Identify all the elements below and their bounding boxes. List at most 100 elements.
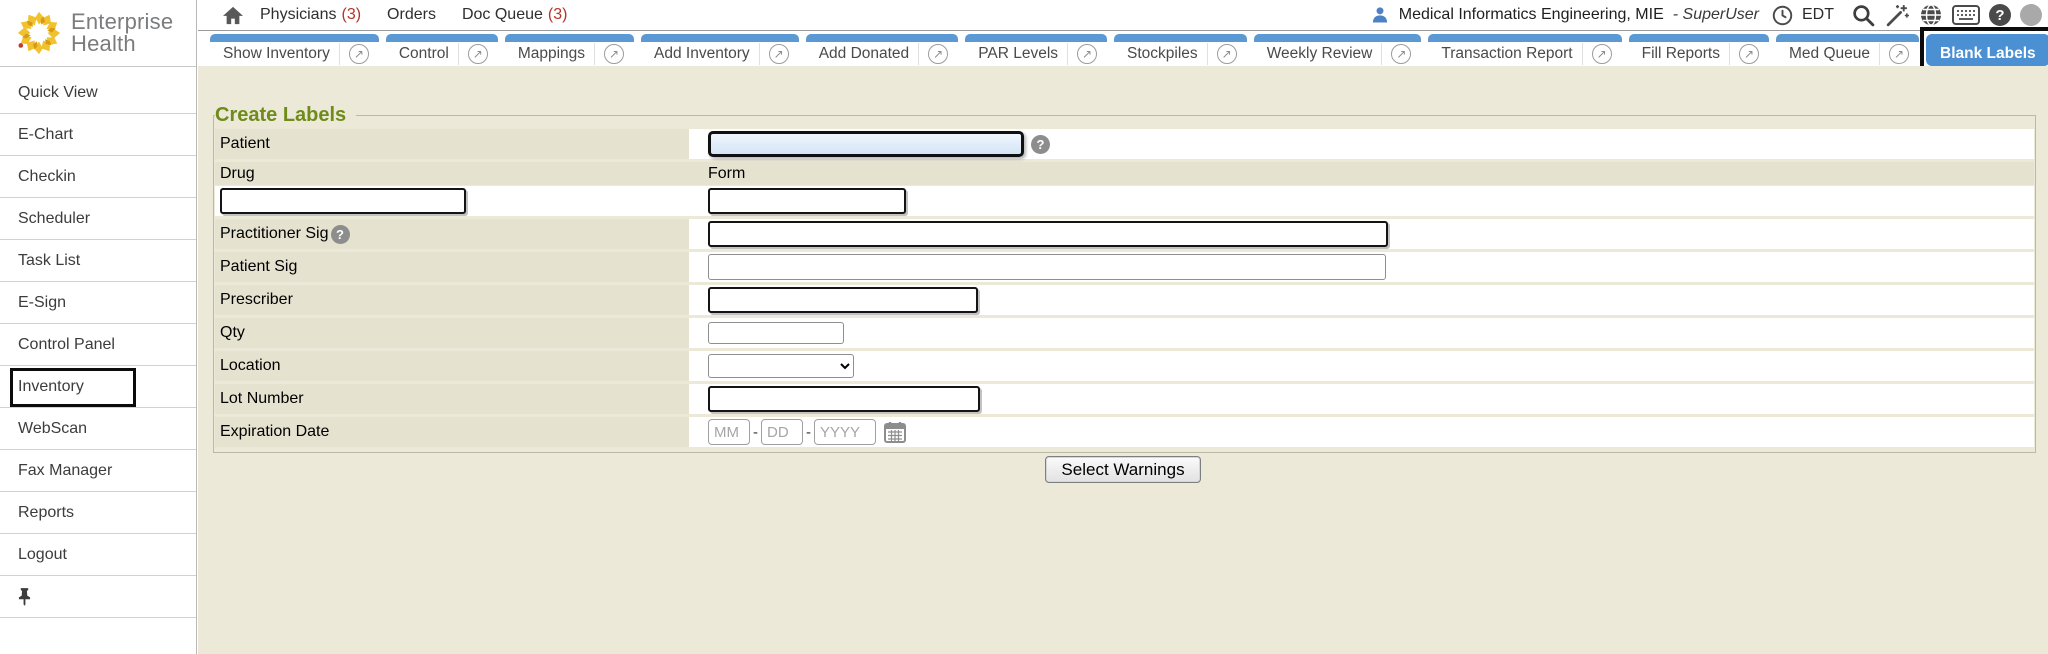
tab-label: PAR Levels [978,45,1058,63]
sidebar-item-label: Scheduler [18,210,90,228]
location-value-cell [689,351,2034,381]
form-row-patient-sig: Patient Sig [215,252,2034,282]
sidebar-item-label: Fax Manager [18,462,112,480]
nav-link-count: (3) [548,6,568,24]
open-new-window-icon[interactable]: ↗ [1739,44,1759,64]
nav-link-orders[interactable]: Orders [387,6,436,24]
tab-weekly-review[interactable]: Weekly Review ↗ [1254,34,1422,66]
tab-divider [1729,43,1730,65]
tab-top-strip [1926,34,2048,42]
sidebar-item-label: Task List [18,252,80,270]
qty-value-cell [689,318,2034,348]
keyboard-icon[interactable] [1952,5,1980,25]
sidebar-item-logout[interactable]: Logout [0,534,196,576]
globe-icon[interactable] [1919,3,1943,27]
search-icon[interactable] [1851,3,1876,28]
lot-number-label: Lot Number [215,384,689,414]
drug-input[interactable] [220,188,466,214]
home-icon[interactable] [222,5,244,25]
tab-body: Add Donated ↗ [806,42,959,66]
sidebar-item-label: Quick View [18,84,98,102]
open-new-window-icon[interactable]: ↗ [1889,44,1909,64]
tab-top-strip [1629,34,1769,42]
open-new-window-icon[interactable]: ↗ [1391,44,1411,64]
practitioner-sig-help-icon[interactable]: ? [331,225,350,244]
tab-fill-reports[interactable]: Fill Reports ↗ [1629,34,1769,66]
prescriber-input[interactable] [708,287,978,313]
open-new-window-icon[interactable]: ↗ [1077,44,1097,64]
expiration-year-input[interactable] [814,419,876,445]
patient-help-icon[interactable]: ? [1031,135,1050,154]
tab-body: Fill Reports ↗ [1629,42,1769,66]
tab-label: Add Donated [819,45,910,63]
wand-icon[interactable] [1885,3,1910,28]
sidebar-item-task-list[interactable]: Task List [0,240,196,282]
open-new-window-icon[interactable]: ↗ [928,44,948,64]
tab-top-strip [210,34,379,42]
patient-input[interactable] [708,131,1024,157]
sidebar-item-reports[interactable]: Reports [0,492,196,534]
form-input[interactable] [708,188,906,214]
sidebar-pin-toggle[interactable] [0,576,196,618]
tab-top-strip [641,34,799,42]
tab-top-strip [806,34,959,42]
open-new-window-icon[interactable]: ↗ [349,44,369,64]
form-row-qty: Qty [215,318,2034,348]
location-select[interactable] [708,354,854,378]
logo-text: Enterprise Health [71,11,173,55]
sidebar-item-control-panel[interactable]: Control Panel [0,324,196,366]
tab-divider [458,43,459,65]
tab-label: Med Queue [1789,45,1870,63]
tab-top-strip [386,34,498,42]
tab-add-inventory[interactable]: Add Inventory ↗ [641,34,799,66]
tab-par-levels[interactable]: PAR Levels ↗ [965,34,1107,66]
avatar[interactable] [2020,4,2042,26]
open-new-window-icon[interactable]: ↗ [1592,44,1612,64]
open-new-window-icon[interactable]: ↗ [604,44,624,64]
pin-icon [18,587,31,606]
nav-link-doc-queue[interactable]: Doc Queue (3) [462,6,568,24]
expiration-day-input[interactable] [761,419,803,445]
org-name[interactable]: Medical Informatics Engineering, MIE [1399,6,1664,24]
sidebar-item-inventory[interactable]: Inventory [0,366,196,408]
sidebar-item-e-chart[interactable]: E-Chart [0,114,196,156]
select-warnings-button[interactable]: Select Warnings [1045,456,1200,483]
sidebar-item-checkin[interactable]: Checkin [0,156,196,198]
open-new-window-icon[interactable]: ↗ [1217,44,1237,64]
tab-add-donated[interactable]: Add Donated ↗ [806,34,959,66]
sidebar-item-label: Control Panel [18,336,115,354]
sidebar-item-webscan[interactable]: WebScan [0,408,196,450]
sidebar-item-e-sign[interactable]: E-Sign [0,282,196,324]
tab-divider [1067,43,1068,65]
open-new-window-icon[interactable]: ↗ [468,44,488,64]
sidebar-item-scheduler[interactable]: Scheduler [0,198,196,240]
help-icon[interactable]: ? [1989,4,2011,26]
sidebar-item-label: Inventory [18,378,84,396]
nav-link-physicians[interactable]: Physicians (3) [260,6,361,24]
top-navbar: Physicians (3) Orders Doc Queue (3) Medi… [198,0,2048,31]
tab-transaction-report[interactable]: Transaction Report ↗ [1428,34,1621,66]
user-icon [1370,5,1390,25]
tab-med-queue[interactable]: Med Queue ↗ [1776,34,1919,66]
tab-show-inventory[interactable]: Show Inventory ↗ [210,34,379,66]
tab-blank-labels[interactable]: Blank Labels ↗ [1926,34,2048,66]
topnav-links: Physicians (3) Orders Doc Queue (3) [260,6,567,24]
sidebar-item-quick-view[interactable]: Quick View [0,72,196,114]
tab-mappings[interactable]: Mappings ↗ [505,34,634,66]
sidebar-menu: Quick View E-Chart Checkin Scheduler Tas… [0,67,196,576]
tab-control[interactable]: Control ↗ [386,34,498,66]
logo: Enterprise Health [0,0,196,67]
tab-label: Stockpiles [1127,45,1198,63]
expiration-month-input[interactable] [708,419,750,445]
tab-stockpiles[interactable]: Stockpiles ↗ [1114,34,1247,66]
patient-sig-input[interactable] [708,254,1386,280]
qty-input[interactable] [708,322,844,344]
open-new-window-icon[interactable]: ↗ [769,44,789,64]
sidebar-item-fax-manager[interactable]: Fax Manager [0,450,196,492]
practitioner-sig-input[interactable] [708,221,1388,247]
lot-number-value-cell [689,384,2034,414]
tab-label: Fill Reports [1642,45,1720,63]
calendar-icon[interactable] [883,420,907,444]
lot-number-input[interactable] [708,386,980,412]
clock-icon[interactable] [1772,5,1793,26]
